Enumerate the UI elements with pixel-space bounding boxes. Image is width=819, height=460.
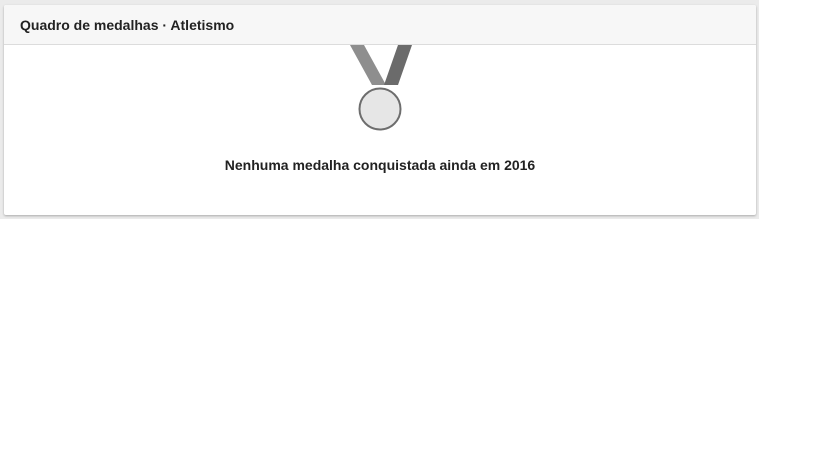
- medal-icon: [350, 45, 412, 131]
- medal-ribbon-left: [350, 45, 386, 85]
- widget-frame: Quadro de medalhas · Atletismo Nenhuma m…: [0, 0, 759, 219]
- card-title: Quadro de medalhas · Atletismo: [20, 17, 235, 33]
- empty-state-message: Nenhuma medalha conquistada ainda em 201…: [224, 157, 536, 173]
- card-header: Quadro de medalhas · Atletismo: [4, 5, 756, 45]
- medal-table-card: Quadro de medalhas · Atletismo Nenhuma m…: [4, 5, 756, 215]
- medal-disc: [358, 87, 402, 131]
- medal-ribbon-right: [384, 45, 412, 85]
